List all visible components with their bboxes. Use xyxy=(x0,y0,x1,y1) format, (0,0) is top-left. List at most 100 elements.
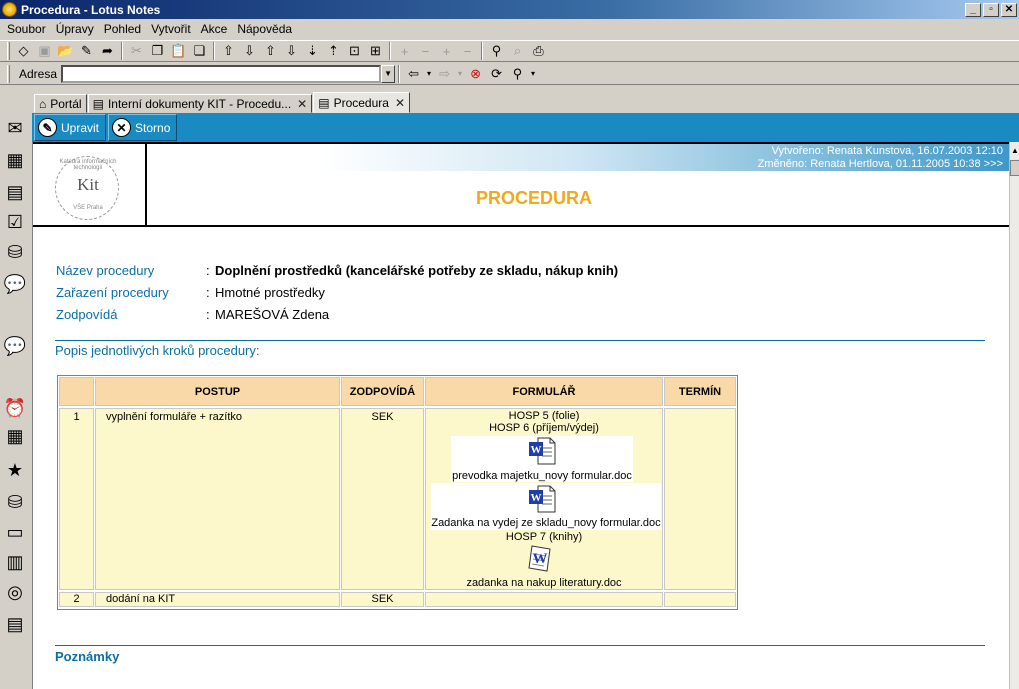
attachment[interactable]: W Zadanka na vydej ze skladu_novy formul… xyxy=(431,483,661,530)
address-dropdown-button[interactable]: ▼ xyxy=(381,64,396,83)
expand-icon[interactable]: + xyxy=(395,42,414,60)
replicator-icon[interactable]: ⛁ xyxy=(3,240,27,264)
calendar-icon[interactable]: ▦ xyxy=(3,148,27,172)
modified-info[interactable]: Změněno: Renata Hertlova, 01.11.2005 10:… xyxy=(149,158,1003,171)
search-web-icon[interactable]: ⚲ xyxy=(508,65,527,83)
cut-icon[interactable]: ✂ xyxy=(127,42,146,60)
table-cell-num: 2 xyxy=(59,592,94,607)
menu-vytvorit[interactable]: Vytvořit xyxy=(146,22,196,36)
field-zodpovida: Zodpovídá : MAREŠOVÁ Zdena xyxy=(56,307,329,322)
databases-icon[interactable]: ⛁ xyxy=(3,490,27,514)
cancel-button[interactable]: ✕ Storno xyxy=(108,114,178,141)
table-header-formular: FORMULÁŘ xyxy=(425,377,663,406)
scroll-up-arrow-icon[interactable]: ▲ xyxy=(1010,146,1019,158)
favorites-folder-icon[interactable]: ★ xyxy=(3,458,27,482)
close-tab-icon[interactable]: ✕ xyxy=(297,97,307,111)
copy-link-icon[interactable]: ❏ xyxy=(190,42,209,60)
edit-document-icon[interactable]: ✎ xyxy=(77,42,96,60)
menu-akce[interactable]: Akce xyxy=(196,22,233,36)
clock-icon[interactable]: ⏰ xyxy=(3,396,27,420)
search-dropdown-icon[interactable]: ▾ xyxy=(529,65,537,83)
folder-icon[interactable]: ▭ xyxy=(3,520,27,544)
binoculars-icon[interactable]: ⚲ xyxy=(487,42,506,60)
forward-icon[interactable]: ➦ xyxy=(98,42,117,60)
save-icon[interactable]: ▣ xyxy=(35,42,54,60)
paste-icon[interactable]: 📋 xyxy=(169,42,188,60)
minimize-button[interactable]: _ xyxy=(965,2,981,17)
tab-portal[interactable]: ⌂ Portál xyxy=(34,94,87,113)
open-folder-icon[interactable]: 📂 xyxy=(56,42,75,60)
vertical-scrollbar[interactable]: ▲ xyxy=(1009,142,1019,689)
edit-button[interactable]: ✎ Upravit xyxy=(34,114,107,141)
main-toolbar: ◇ ▣ 📂 ✎ ➦ ✂ ❐ 📋 ❏ ⇧ ⇩ ⇧ ⇩ ⇣ ⇡ ⊡ ⊞ + − + … xyxy=(0,40,1019,62)
internet-folder-icon[interactable]: ◎ xyxy=(3,580,27,604)
todo-icon[interactable]: ☑ xyxy=(3,210,27,234)
address-book-icon[interactable]: ▤ xyxy=(3,180,27,204)
arrow-up-icon[interactable]: ⇧ xyxy=(219,42,238,60)
word-doc-alt-icon[interactable]: W xyxy=(526,543,556,573)
forward-nav-icon[interactable]: ⇨ xyxy=(435,65,454,83)
close-circle-icon: ✕ xyxy=(112,118,132,137)
word-document-icon[interactable]: W xyxy=(527,484,557,514)
form-line: HOSP 5 (folie) xyxy=(508,410,580,422)
database-icon: ▤ xyxy=(92,96,104,111)
address-input[interactable] xyxy=(61,64,382,83)
back-icon[interactable]: ⇦ xyxy=(404,65,423,83)
arrow-up-outline-icon[interactable]: ⇧ xyxy=(261,42,280,60)
table-cell-form: HOSP 5 (folie) HOSP 6 (příjem/výdej) W p… xyxy=(425,408,663,590)
search-icon[interactable]: ⌕ xyxy=(508,42,527,60)
close-tab-icon[interactable]: ✕ xyxy=(395,96,405,110)
navigate-icon[interactable]: ◇ xyxy=(14,42,33,60)
table-cell-resp: SEK xyxy=(341,408,424,590)
collapse-all-icon[interactable]: − xyxy=(458,42,477,60)
back-dropdown-icon[interactable]: ▾ xyxy=(425,65,433,83)
menu-upravy[interactable]: Úpravy xyxy=(51,22,99,36)
mail-icon[interactable]: ✉ xyxy=(3,116,27,140)
folder-up-icon[interactable]: ⊡ xyxy=(345,42,364,60)
arrow-down-outline-icon[interactable]: ⇩ xyxy=(282,42,301,60)
toolbar-separator xyxy=(481,42,483,60)
table-cell-resp: SEK xyxy=(341,592,424,607)
toolbar-grip[interactable] xyxy=(7,42,10,60)
toolbar-grip[interactable] xyxy=(7,64,10,83)
tab-procedura[interactable]: ▤ Procedura ✕ xyxy=(313,92,410,113)
previous-unread-icon[interactable]: ⇡ xyxy=(324,42,343,60)
notes-folder-icon[interactable]: ▤ xyxy=(3,612,27,636)
menu-soubor[interactable]: Soubor xyxy=(2,22,51,36)
word-document-icon[interactable]: W xyxy=(527,436,557,466)
expand-all-icon[interactable]: + xyxy=(437,42,456,60)
attachment-filename[interactable]: zadanka na nakup literatury.doc xyxy=(426,577,662,589)
attachment[interactable]: W prevodka majetku_novy formular.doc xyxy=(451,436,633,482)
menu-pohled[interactable]: Pohled xyxy=(99,22,146,36)
field-label: Zodpovídá xyxy=(56,307,118,322)
table-cell-num: 1 xyxy=(59,408,94,590)
tab-interni-dokumenty[interactable]: ▤ Interní dokumenty KIT - Procedu... ✕ xyxy=(87,94,313,113)
table-header-zodpovida: ZODPOVÍDÁ xyxy=(341,377,424,406)
menu-napoveda[interactable]: Nápověda xyxy=(232,22,297,36)
database-grid-icon[interactable]: ▦ xyxy=(3,424,27,448)
maximize-button[interactable]: ▫ xyxy=(983,2,999,17)
stop-icon[interactable]: ⊗ xyxy=(466,65,485,83)
discussion-icon[interactable]: 💬 xyxy=(3,334,27,358)
window-tabs: ⌂ Portál ▤ Interní dokumenty KIT - Proce… xyxy=(34,92,411,113)
copy-icon[interactable]: ❐ xyxy=(148,42,167,60)
folder-sync-icon[interactable]: ⊞ xyxy=(366,42,385,60)
toolbar-separator xyxy=(389,42,391,60)
close-button[interactable]: ✕ xyxy=(1001,2,1017,17)
table-header-num xyxy=(59,377,94,406)
print-icon[interactable]: ⎙ xyxy=(529,42,548,60)
workspace-icon[interactable]: ▥ xyxy=(3,550,27,574)
refresh-icon[interactable]: ⟳ xyxy=(487,65,506,83)
arrow-down-icon[interactable]: ⇩ xyxy=(240,42,259,60)
next-unread-icon[interactable]: ⇣ xyxy=(303,42,322,60)
bookmark-sidebar: ✉ ▦ ▤ ☑ ⛁ 💬 💬 ⏰ ▦ ★ ⛁ ▭ ▥ ◎ ▤ xyxy=(0,86,32,689)
document-header: Katedra informačních technologií Kit VŠE… xyxy=(33,142,1009,227)
collapse-icon[interactable]: − xyxy=(416,42,435,60)
scroll-thumb[interactable] xyxy=(1010,160,1019,176)
discussion-icon[interactable]: 💬 xyxy=(3,272,27,296)
logo-ring-text: Katedra informačních technologií xyxy=(59,159,117,171)
attachment-filename[interactable]: Zadanka na vydej ze skladu_novy formular… xyxy=(431,517,661,529)
logo-main-text: Kit xyxy=(77,175,99,194)
attachment-filename[interactable]: prevodka majetku_novy formular.doc xyxy=(451,470,633,482)
forward-dropdown-icon[interactable]: ▾ xyxy=(456,65,464,83)
